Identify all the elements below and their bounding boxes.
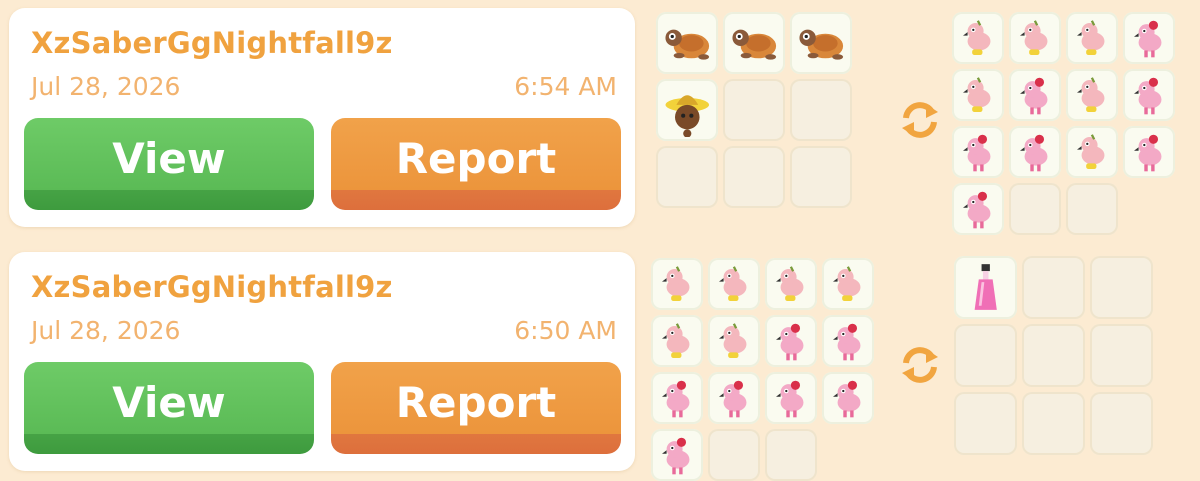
trader-username: XzSaberGgNightfall9z (31, 270, 393, 304)
item-slot[interactable] (708, 258, 760, 310)
flamingo-icon (822, 258, 874, 310)
view-button[interactable]: View (24, 362, 314, 454)
flamingo-icon (765, 258, 817, 310)
empty-slot (656, 146, 718, 208)
trade-card: XzSaberGgNightfall9z Jul 28, 2026 6:54 A… (9, 8, 635, 227)
potion-icon (954, 256, 1017, 319)
flamingo-icon (651, 315, 703, 367)
item-slot[interactable] (952, 183, 1004, 235)
item-slot[interactable] (765, 258, 817, 310)
flamingo-pink-icon (1123, 69, 1175, 121)
report-button[interactable]: Report (331, 118, 621, 210)
turtle-icon (656, 12, 718, 74)
flamingo-pink-icon (952, 183, 1004, 235)
empty-slot (1022, 392, 1085, 455)
turtle-icon (790, 12, 852, 74)
item-slot[interactable] (952, 69, 1004, 121)
item-slot[interactable] (656, 79, 718, 141)
flamingo-pink-icon (952, 126, 1004, 178)
trader-username: XzSaberGgNightfall9z (31, 26, 393, 60)
flamingo-pink-icon (1123, 12, 1175, 64)
flamingo-pink-icon (1009, 69, 1061, 121)
empty-slot (1009, 183, 1061, 235)
flamingo-pink-icon (651, 372, 703, 424)
item-slot[interactable] (723, 12, 785, 74)
empty-slot (1066, 183, 1118, 235)
item-slot[interactable] (952, 126, 1004, 178)
swap-arrows-icon (895, 340, 945, 390)
empty-slot (708, 429, 760, 481)
offer-items-grid (651, 258, 874, 481)
item-slot[interactable] (954, 256, 1017, 319)
item-slot[interactable] (1123, 69, 1175, 121)
item-slot[interactable] (1123, 126, 1175, 178)
flamingo-pink-icon (651, 429, 703, 481)
flamingo-icon (651, 258, 703, 310)
item-slot[interactable] (822, 372, 874, 424)
offer-items-grid (656, 12, 852, 208)
flamingo-pink-icon (822, 315, 874, 367)
item-slot[interactable] (765, 315, 817, 367)
empty-slot (723, 79, 785, 141)
flamingo-icon (1066, 69, 1118, 121)
item-slot[interactable] (1009, 69, 1061, 121)
flamingo-icon (1066, 126, 1118, 178)
flamingo-pink-icon (708, 372, 760, 424)
request-items-grid (954, 256, 1153, 455)
item-slot[interactable] (651, 372, 703, 424)
flamingo-pink-icon (1009, 126, 1061, 178)
empty-slot (1022, 256, 1085, 319)
view-button[interactable]: View (24, 118, 314, 210)
item-slot[interactable] (1009, 126, 1061, 178)
report-button[interactable]: Report (331, 362, 621, 454)
empty-slot (1022, 324, 1085, 387)
item-slot[interactable] (651, 315, 703, 367)
trade-card: XzSaberGgNightfall9z Jul 28, 2026 6:50 A… (9, 252, 635, 471)
swap-arrows-icon (895, 95, 945, 145)
empty-slot (765, 429, 817, 481)
scarecrow-icon (656, 79, 718, 141)
flamingo-pink-icon (822, 372, 874, 424)
empty-slot (790, 146, 852, 208)
flamingo-icon (1066, 12, 1118, 64)
request-items-grid (952, 12, 1175, 235)
empty-slot (723, 146, 785, 208)
flamingo-pink-icon (765, 315, 817, 367)
flamingo-icon (952, 12, 1004, 64)
item-slot[interactable] (1066, 69, 1118, 121)
empty-slot (954, 324, 1017, 387)
item-slot[interactable] (708, 315, 760, 367)
item-slot[interactable] (708, 372, 760, 424)
flamingo-pink-icon (765, 372, 817, 424)
flamingo-icon (708, 258, 760, 310)
empty-slot (790, 79, 852, 141)
item-slot[interactable] (651, 429, 703, 481)
trade-date: Jul 28, 2026 (31, 72, 181, 101)
item-slot[interactable] (822, 258, 874, 310)
turtle-icon (723, 12, 785, 74)
item-slot[interactable] (765, 372, 817, 424)
empty-slot (1090, 324, 1153, 387)
item-slot[interactable] (656, 12, 718, 74)
item-slot[interactable] (1123, 12, 1175, 64)
item-slot[interactable] (1066, 126, 1118, 178)
item-slot[interactable] (790, 12, 852, 74)
trade-date: Jul 28, 2026 (31, 316, 181, 345)
item-slot[interactable] (1009, 12, 1061, 64)
trade-time: 6:54 AM (514, 72, 617, 101)
item-slot[interactable] (952, 12, 1004, 64)
flamingo-pink-icon (1123, 126, 1175, 178)
trade-time: 6:50 AM (514, 316, 617, 345)
flamingo-icon (952, 69, 1004, 121)
item-slot[interactable] (1066, 12, 1118, 64)
empty-slot (954, 392, 1017, 455)
item-slot[interactable] (822, 315, 874, 367)
flamingo-icon (1009, 12, 1061, 64)
flamingo-icon (708, 315, 760, 367)
empty-slot (1090, 392, 1153, 455)
item-slot[interactable] (651, 258, 703, 310)
empty-slot (1090, 256, 1153, 319)
